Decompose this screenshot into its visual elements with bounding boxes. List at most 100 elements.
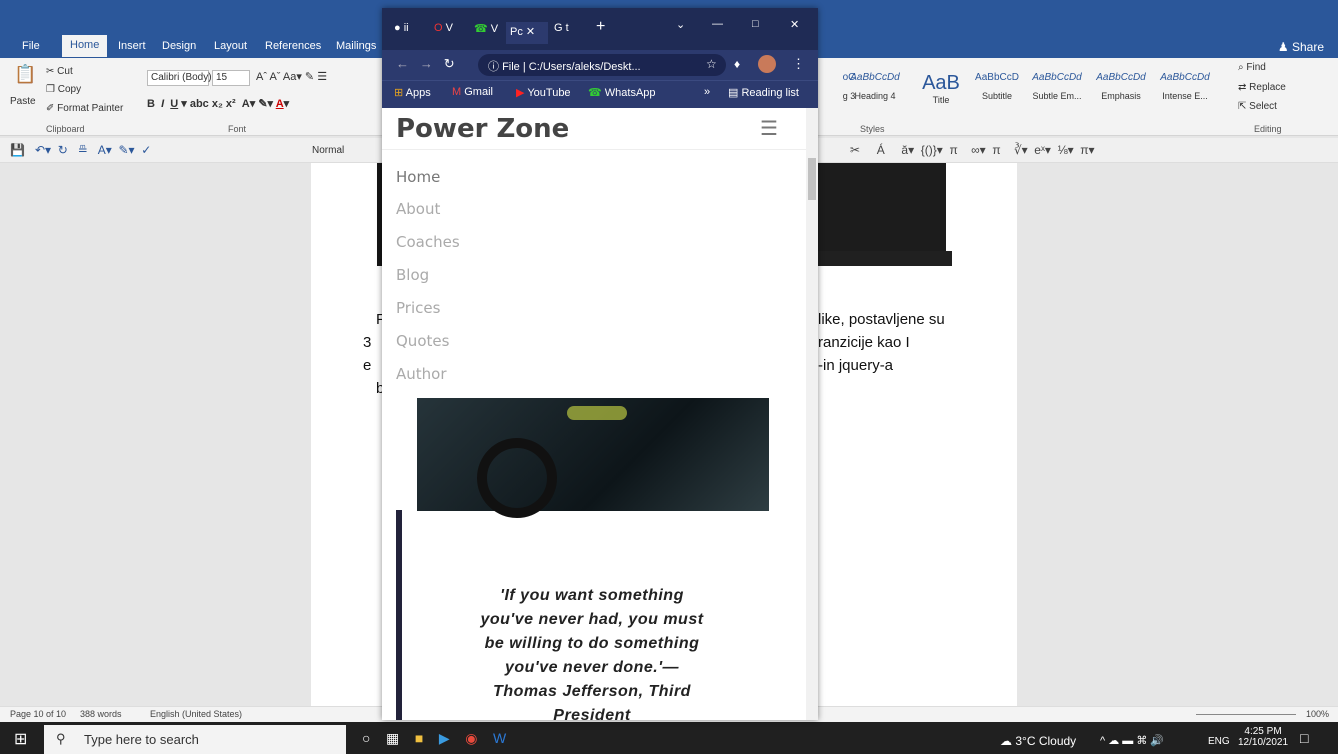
new-tab-button[interactable]: + (596, 18, 605, 40)
replace-label: Replace (1249, 82, 1286, 93)
weather-widget[interactable]: ☁ 3°C Cloudy (1000, 734, 1076, 748)
tray-icons[interactable]: ^ ☁ ▬ ⌘ 🔊 (1100, 734, 1164, 747)
tab-layout[interactable]: Layout (214, 40, 247, 52)
word-icon[interactable]: W (493, 730, 506, 746)
doc-text-line: ranzicije kao I (818, 334, 910, 351)
font-family-select[interactable]: Calibri (Body) (147, 70, 212, 86)
nav-coaches[interactable]: Coaches (396, 233, 460, 251)
font-size-buttons[interactable]: Aˆ Aˇ Aa▾ ✎ ☰ (256, 70, 327, 83)
nav-prices[interactable]: Prices (396, 299, 440, 317)
bold-italic-underline[interactable]: B I U ▾ abc x₂ x² A▾ ✎▾ A▾ (147, 97, 289, 110)
scissors-icon: ✂ (46, 66, 55, 77)
cut-label: Cut (57, 66, 73, 77)
address-bar[interactable]: ⓘ File | C:/Users/aleks/Deskt... (478, 54, 726, 76)
start-windows-icon[interactable]: ⊞ (14, 729, 27, 749)
tab-1[interactable]: ● ii (394, 22, 422, 44)
notifications-icon[interactable]: □ (1300, 730, 1308, 746)
cut-button[interactable]: ✂ Cut (46, 66, 73, 77)
tab-references[interactable]: References (265, 40, 321, 52)
style-item[interactable]: AaBbCcD Subtitle (968, 72, 1026, 101)
doc-char: e (363, 357, 372, 374)
equation-tools[interactable]: ✂ Á ă▾ {()}▾ π ∞▾ π ∛▾ eˣ▾ ⅛▾ π▾ (850, 143, 1095, 157)
paste-button[interactable]: Paste (10, 96, 36, 107)
clock-time: 4:25 PM (1244, 726, 1282, 737)
google-icon: G (554, 22, 563, 34)
style-item[interactable]: AaBbCcDd Emphasis (1092, 72, 1150, 101)
bookmark-youtube[interactable]: ▶ YouTube (516, 86, 571, 99)
taskbar-apps[interactable]: ○ ▦ ■ ▶ ◉ W (362, 730, 506, 747)
minimize-icon[interactable]: — (712, 18, 723, 40)
forward-icon[interactable]: → (420, 56, 433, 71)
bookmarks-overflow-icon[interactable]: » (704, 86, 710, 98)
input-language[interactable]: ENG (1208, 736, 1230, 747)
reading-list-icon: ▤ (728, 87, 739, 99)
apps-grid-icon: ⊞ (394, 87, 404, 99)
bookmark-whatsapp[interactable]: ☎ WhatsApp (588, 86, 656, 99)
style-item[interactable]: AaBbCcDd Heading 4 (846, 72, 904, 101)
scrollbar-thumb[interactable] (808, 158, 816, 200)
nav-home[interactable]: Home (396, 168, 440, 186)
extensions-icon[interactable]: ♦ (734, 57, 740, 71)
taskbar-search[interactable]: ⚲ Type here to search (44, 725, 346, 754)
star-icon[interactable]: ☆ (706, 57, 717, 71)
style-box[interactable]: Normal (312, 145, 344, 156)
clock[interactable]: 4:25 PM 12/10/2021 (1238, 726, 1288, 748)
zoom-level[interactable]: 100% (1306, 709, 1329, 719)
quote-text: 'If you want something you've never had,… (480, 587, 704, 720)
tab-search-icon[interactable]: ⌄ (676, 18, 685, 40)
tab-3[interactable]: ☎ V (474, 22, 504, 44)
close-tab-icon[interactable]: ✕ (526, 26, 535, 38)
cortana-icon[interactable]: ○ (362, 730, 370, 746)
clipboard-group-label: Clipboard (46, 124, 85, 134)
back-icon[interactable]: ← (396, 56, 409, 71)
tab-design[interactable]: Design (162, 40, 196, 52)
nav-blog[interactable]: Blog (396, 266, 429, 284)
site-title[interactable]: Power Zone (396, 114, 569, 144)
select-button[interactable]: ⇱ Select (1238, 101, 1277, 112)
zoom-slider[interactable] (1196, 714, 1296, 715)
style-item[interactable]: AaB Title (912, 72, 970, 105)
search-placeholder: Type here to search (84, 732, 199, 747)
person-icon: ♟ (1277, 40, 1289, 54)
tab-insert[interactable]: Insert (118, 40, 146, 52)
font-size-select[interactable]: 15 (212, 70, 250, 86)
reload-icon[interactable]: ↻ (444, 56, 455, 71)
hamburger-menu-icon[interactable]: ☰ (760, 116, 778, 141)
tab-2[interactable]: O V (434, 22, 464, 44)
profile-avatar[interactable] (758, 55, 776, 73)
tab-file[interactable]: File (22, 40, 40, 52)
page-count[interactable]: Page 10 of 10 (10, 709, 66, 719)
whatsapp-icon: ☎ (474, 23, 488, 35)
task-view-icon[interactable]: ▦ (386, 730, 399, 746)
share-button[interactable]: ♟ Share (1278, 40, 1324, 54)
copy-button[interactable]: ❐ Copy (46, 84, 81, 95)
quick-tools[interactable]: 💾 ↶▾ ↻ ≞ A▾ ✎▾ ✓ (10, 143, 151, 157)
find-button[interactable]: ⌕ Find (1238, 62, 1266, 73)
paste-icon[interactable]: 📋 (14, 64, 36, 85)
format-painter-label: Format Painter (57, 103, 124, 114)
tab-4-active[interactable]: Pc ✕ (506, 22, 548, 44)
nav-quotes[interactable]: Quotes (396, 332, 449, 350)
bookmark-gmail[interactable]: M Gmail (452, 86, 493, 98)
close-window-icon[interactable]: ✕ (790, 18, 799, 40)
tab-mailings[interactable]: Mailings (336, 40, 376, 52)
reading-list[interactable]: ▤ Reading list (728, 86, 799, 99)
bookmark-youtube-label: YouTube (527, 87, 571, 99)
bookmark-apps[interactable]: ⊞ Apps (394, 86, 431, 99)
nav-author[interactable]: Author (396, 365, 447, 383)
nav-buttons[interactable]: ← → ↻ (396, 56, 455, 72)
tab-home[interactable]: Home (62, 35, 108, 57)
language[interactable]: English (United States) (150, 709, 242, 719)
chrome-icon[interactable]: ◉ (465, 730, 477, 746)
style-item[interactable]: AaBbCcDd Intense E... (1156, 72, 1214, 101)
tab-5[interactable]: G t (554, 22, 584, 44)
maximize-icon[interactable]: □ (752, 18, 759, 40)
vscode-icon[interactable]: ▶ (439, 730, 450, 746)
style-item[interactable]: AaBbCcDd Subtle Em... (1028, 72, 1086, 101)
menu-kebab-icon[interactable]: ⋮ (792, 56, 805, 72)
replace-button[interactable]: ⇄ Replace (1238, 82, 1286, 93)
nav-about[interactable]: About (396, 200, 440, 218)
file-explorer-icon[interactable]: ■ (415, 730, 423, 746)
format-painter-button[interactable]: ✐ Format Painter (46, 103, 123, 114)
word-count[interactable]: 388 words (80, 709, 122, 719)
